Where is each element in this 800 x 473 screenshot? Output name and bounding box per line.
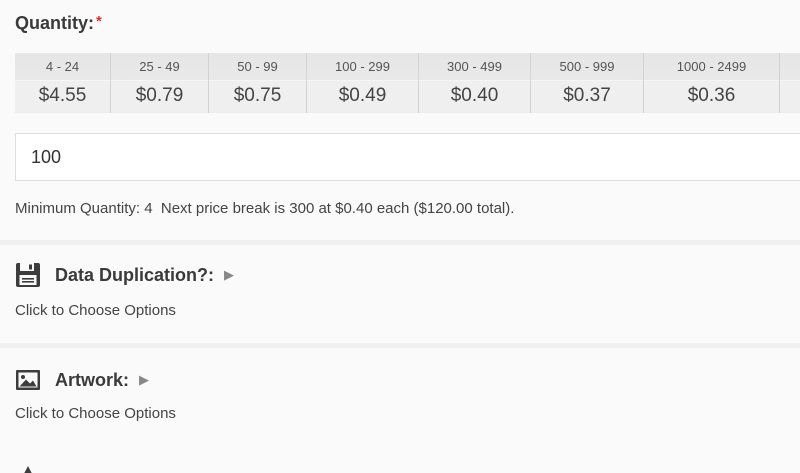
- expand-arrow-icon: ▶: [139, 372, 150, 387]
- partial-warning-icon: [17, 465, 39, 473]
- price-break-range: 300 - 499: [447, 59, 502, 74]
- price-break-range: 50 - 99: [237, 59, 278, 74]
- price-break-column: 4 - 24 $4.55: [15, 53, 111, 113]
- price-break-price: $0.49: [307, 80, 418, 112]
- price-break-column: 100 - 299 $0.49: [307, 53, 419, 113]
- option-artwork[interactable]: Artwork: ▶: [15, 367, 149, 393]
- price-break-range: 4 - 24: [45, 59, 80, 74]
- required-marker: *: [96, 13, 102, 30]
- price-break-column-partial: [780, 53, 800, 113]
- minimum-quantity-note: Minimum Quantity: 4 Next price break is …: [15, 200, 515, 217]
- price-break-table: 4 - 24 $4.55 25 - 49 $0.79 50 - 99 $0.75…: [15, 53, 800, 113]
- quantity-label-text: Quantity:: [15, 13, 94, 33]
- floppy-disk-icon: [15, 262, 41, 288]
- option-title: Data Duplication?:: [55, 264, 215, 285]
- price-break-price: $0.79: [111, 80, 208, 112]
- price-break-range: 500 - 999: [559, 59, 615, 74]
- price-break-column: 1000 - 2499 $0.36: [644, 53, 780, 113]
- price-break-price: $0.36: [644, 80, 779, 112]
- quantity-input[interactable]: [15, 133, 800, 181]
- price-break-price: $0.37: [531, 80, 643, 112]
- price-break-range: 25 - 49: [139, 59, 180, 74]
- price-break-range: 1000 - 2499: [676, 59, 747, 74]
- expand-arrow-icon: ▶: [224, 267, 235, 282]
- image-icon: [15, 367, 41, 393]
- section-divider: [0, 343, 800, 348]
- price-break-price: $0.40: [419, 80, 530, 112]
- price-break-column: 500 - 999 $0.37: [531, 53, 644, 113]
- option-title: Artwork:: [55, 369, 130, 390]
- price-break-column: 300 - 499 $0.40: [419, 53, 531, 113]
- option-data-duplication[interactable]: Data Duplication?: ▶: [15, 262, 234, 288]
- price-break-range: 100 - 299: [335, 59, 390, 74]
- price-break-price: $0.75: [209, 80, 306, 112]
- price-break-column: 25 - 49 $0.79: [111, 53, 209, 113]
- quantity-label: Quantity: *: [15, 13, 102, 34]
- price-break-price: $4.55: [15, 80, 110, 112]
- price-break-column: 50 - 99 $0.75: [209, 53, 307, 113]
- choose-options-link[interactable]: Click to Choose Options: [15, 302, 176, 319]
- choose-options-link[interactable]: Click to Choose Options: [15, 405, 176, 422]
- section-divider: [0, 240, 800, 245]
